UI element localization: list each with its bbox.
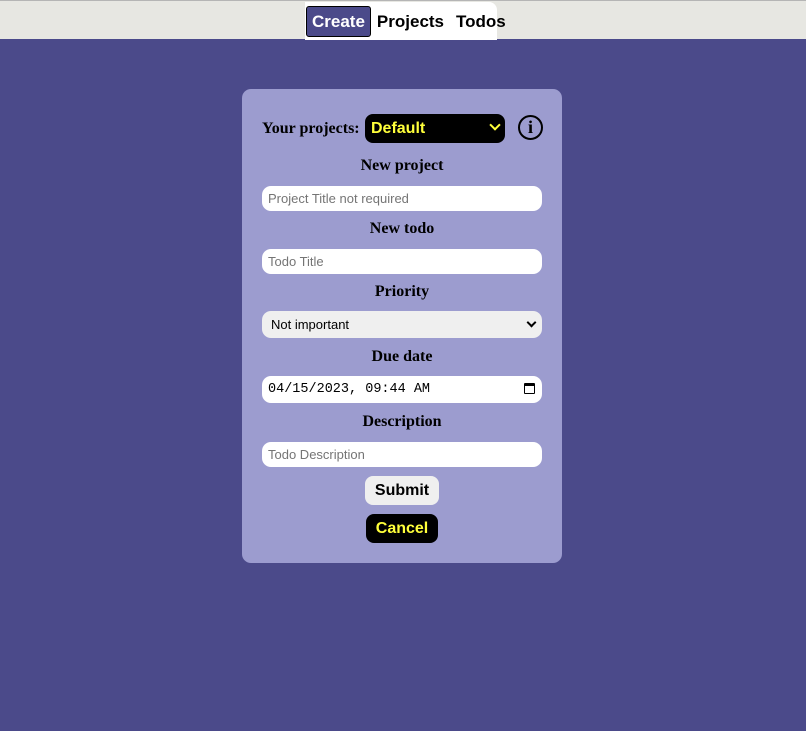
projects-row: Your projects: Default i [262,114,552,144]
chevron-down-icon [489,119,501,131]
priority-select[interactable]: Not important [262,311,542,338]
todo-title-input[interactable]: Todo Title [262,249,542,274]
tab-todos[interactable]: Todos [450,6,512,37]
submit-button[interactable]: Submit [365,476,439,505]
tab-create[interactable]: Create [306,5,371,37]
priority-selected-value: Not important [271,317,350,332]
due-date-input[interactable]: 04/15/2023, 09:44 AM [262,376,542,403]
tab-projects[interactable]: Projects [371,6,450,37]
create-form-card: Your projects: Default i New project Pro… [242,89,562,563]
top-bar: Create Projects Todos [0,0,806,40]
due-date-label: Due date [371,348,433,365]
projects-selected-value: Default [371,120,426,137]
description-input[interactable]: Todo Description [262,442,542,467]
description-label: Description [362,413,442,430]
projects-label: Your projects: [262,120,360,137]
info-icon[interactable]: i [518,115,543,140]
cancel-button[interactable]: Cancel [366,514,438,543]
due-date-value: 04/15/2023, 09:44 AM [268,382,431,397]
calendar-icon[interactable] [524,383,535,394]
project-title-input[interactable]: Project Title not required [262,186,542,211]
new-todo-label: New todo [369,220,435,237]
projects-select[interactable]: Default [365,114,505,143]
priority-label: Priority [374,283,430,300]
new-project-label: New project [360,157,444,174]
main-nav: Create Projects Todos [305,2,506,40]
chevron-down-icon [526,317,537,328]
